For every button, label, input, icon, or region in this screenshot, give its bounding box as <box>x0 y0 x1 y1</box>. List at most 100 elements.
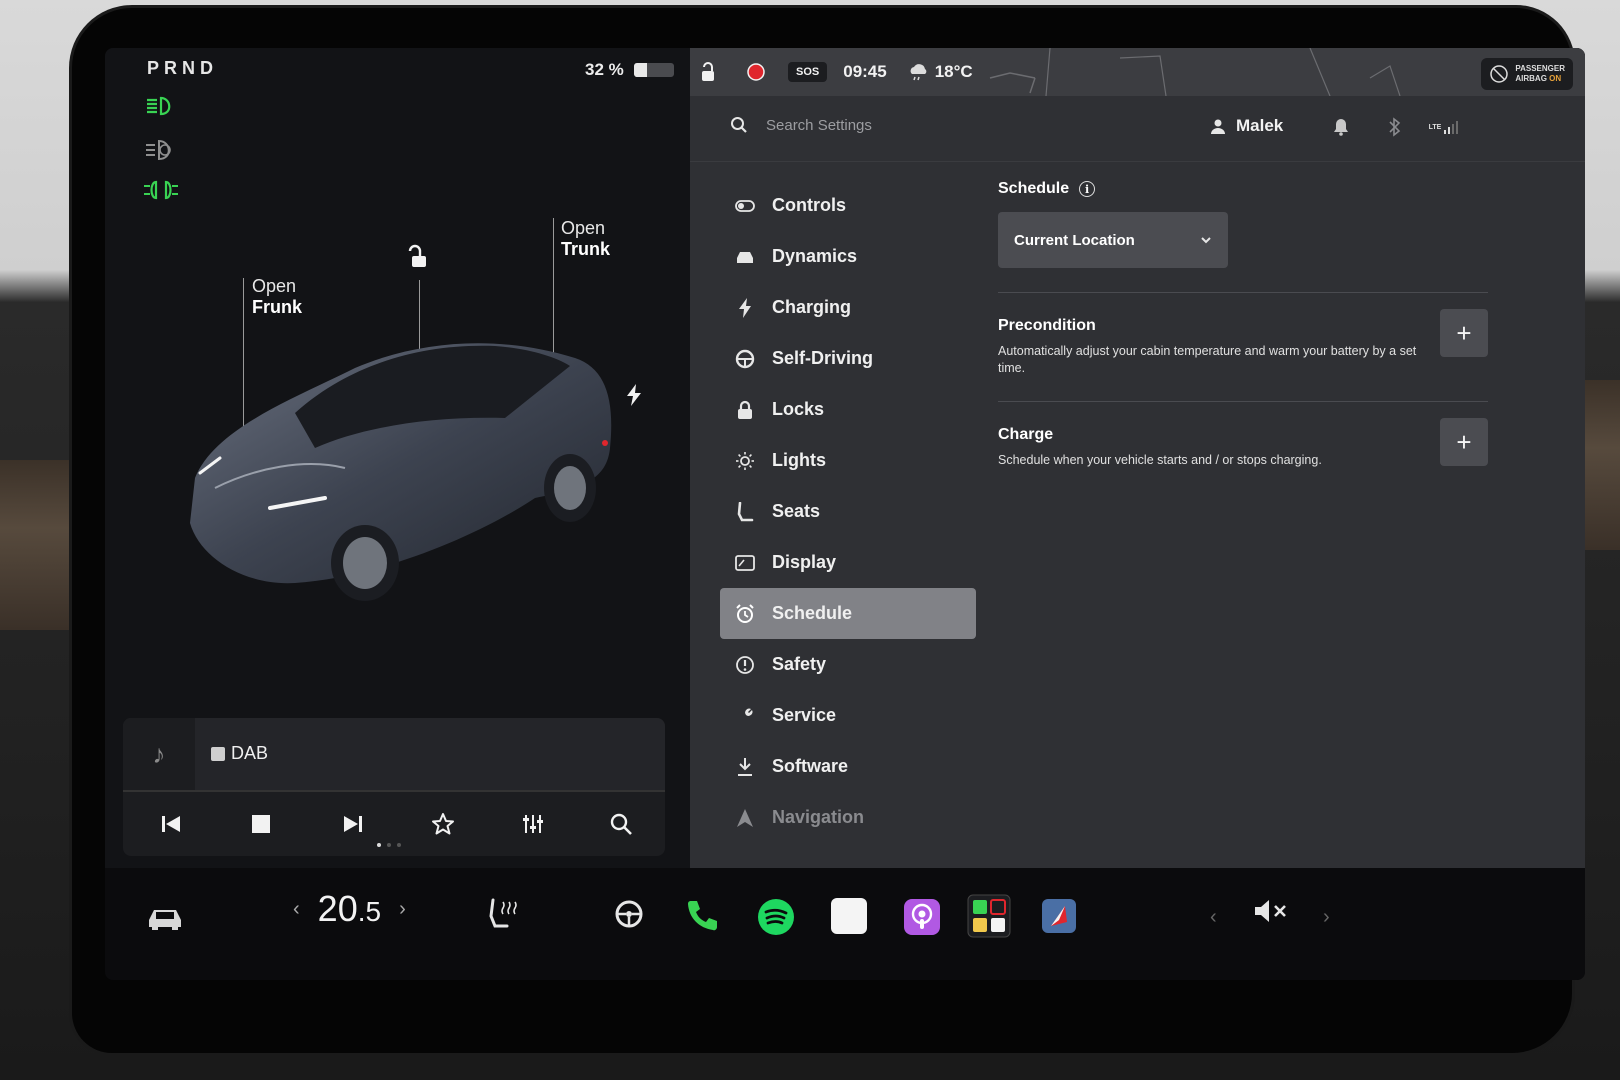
menu-item-software[interactable]: Software <box>720 741 976 792</box>
temp-down-chevron-icon[interactable]: ‹ <box>293 898 300 921</box>
search-settings-input[interactable]: Search Settings <box>730 116 872 134</box>
music-note-icon: ♪ <box>123 718 195 790</box>
info-icon[interactable]: i <box>1079 181 1096 197</box>
media-now-playing[interactable]: ♪ DAB <box>123 718 665 790</box>
weather-cloud-icon <box>910 64 927 81</box>
alarm-clock-icon <box>734 603 756 625</box>
lock-icon <box>734 399 756 421</box>
wrench-icon <box>734 705 756 727</box>
schedule-heading: Schedule i <box>998 180 1488 198</box>
sos-button[interactable]: SOS <box>788 62 828 82</box>
menu-item-charging[interactable]: Charging <box>720 282 976 333</box>
schedule-title: Schedule <box>998 180 1070 197</box>
open-trunk-button[interactable]: Open Trunk <box>561 218 610 260</box>
menu-item-label: Dynamics <box>772 246 858 266</box>
menu-item-controls[interactable]: Controls <box>720 180 976 231</box>
media-search-button[interactable] <box>601 804 641 844</box>
bluetooth-button[interactable] <box>1384 116 1406 138</box>
toggle-icon <box>734 195 756 217</box>
favorite-button[interactable] <box>423 804 463 844</box>
add-precondition-button[interactable]: + <box>1440 309 1488 357</box>
menu-item-locks[interactable]: Locks <box>720 384 976 435</box>
bluetooth-icon <box>1389 117 1401 137</box>
settings-menu: Controls Dynamics Charging Self-Driving Lock… <box>720 180 976 843</box>
app-launcher-button[interactable] <box>967 894 1011 938</box>
outside-temperature: 18°C <box>934 62 973 81</box>
mute-button[interactable] <box>1253 898 1289 924</box>
divider <box>998 401 1488 402</box>
calendar-app-button[interactable] <box>831 898 867 934</box>
temp-up-chevron-icon[interactable]: › <box>399 898 406 921</box>
dashcam-record-icon[interactable] <box>746 62 766 82</box>
spotify-icon <box>758 899 794 935</box>
media-source-label: DAB <box>231 743 269 763</box>
airbag-state: ON <box>1549 74 1562 83</box>
location-value: Current Location <box>1014 231 1135 249</box>
driver-profile-button[interactable]: Malek <box>1210 116 1283 136</box>
location-dropdown[interactable]: Current Location <box>998 212 1228 268</box>
menu-item-service[interactable]: Service <box>720 690 976 741</box>
precondition-title: Precondition <box>998 317 1096 334</box>
charge-title: Charge <box>998 426 1054 443</box>
menu-item-label: Controls <box>772 195 846 215</box>
steering-heater-button[interactable] <box>613 896 645 928</box>
bell-icon <box>1334 119 1348 136</box>
previous-track-button[interactable] <box>151 804 191 844</box>
car-icon <box>149 910 181 930</box>
cabin-temperature: 20.5 <box>318 888 381 930</box>
menu-item-label: Lights <box>772 450 826 470</box>
menu-item-lights[interactable]: Lights <box>720 435 976 486</box>
battery-fill <box>633 63 647 77</box>
frunk-label-top: Open <box>252 276 297 296</box>
driver-name: Malek <box>1236 116 1284 135</box>
search-placeholder: Search Settings <box>766 116 872 134</box>
cellular-status: LTE <box>1426 116 1462 138</box>
charge-description: Schedule when your vehicle starts and / … <box>998 453 1322 467</box>
menu-item-label: Self-Driving <box>772 348 874 368</box>
battery-bar <box>633 63 674 77</box>
menu-item-label: Seats <box>772 501 821 521</box>
navigation-app-button[interactable] <box>1041 898 1077 934</box>
menu-item-seats[interactable]: Seats <box>720 486 976 537</box>
divider <box>998 292 1488 293</box>
headlights-on-icon <box>147 96 171 116</box>
spotify-app-button[interactable] <box>757 898 795 936</box>
climate-control[interactable]: ‹ 20.5 › <box>293 888 406 930</box>
volume-down-chevron-icon[interactable]: ‹ <box>1210 906 1217 929</box>
unlock-status-icon[interactable] <box>698 61 720 83</box>
calendar-icon <box>831 898 867 934</box>
seat-heater-button[interactable] <box>485 896 519 930</box>
car-menu-button[interactable] <box>145 904 185 932</box>
signal-bars-icon <box>1444 121 1459 134</box>
phone-app-button[interactable] <box>685 898 719 932</box>
settings-topbar: Search Settings Malek LTE <box>690 96 1585 162</box>
notifications-button[interactable] <box>1330 116 1352 138</box>
airbag-icon <box>1490 65 1509 83</box>
phone-icon <box>688 901 717 931</box>
podcasts-app-button[interactable] <box>903 898 941 936</box>
search-icon <box>610 813 632 835</box>
trunk-label-bottom: Trunk <box>561 239 611 259</box>
menu-item-schedule[interactable]: Schedule <box>720 588 976 639</box>
stop-button[interactable] <box>241 804 281 844</box>
menu-item-display[interactable]: Display <box>720 537 976 588</box>
skip-back-icon <box>162 816 180 832</box>
unlock-icon[interactable] <box>405 244 431 270</box>
next-track-button[interactable] <box>333 804 373 844</box>
menu-item-dynamics[interactable]: Dynamics <box>720 231 976 282</box>
menu-item-navigation[interactable]: Navigation <box>720 792 976 843</box>
stop-icon <box>252 815 270 833</box>
menu-item-label: Service <box>772 705 837 725</box>
menu-item-safety[interactable]: Safety <box>720 639 976 690</box>
equalizer-button[interactable] <box>513 804 553 844</box>
volume-up-chevron-icon[interactable]: › <box>1323 906 1330 929</box>
add-charge-schedule-button[interactable]: + <box>1440 418 1488 466</box>
menu-item-self-driving[interactable]: Self-Driving <box>720 333 976 384</box>
star-icon <box>432 813 454 835</box>
menu-item-label: Schedule <box>772 603 853 623</box>
battery-percent: 32 % <box>585 60 624 79</box>
sliders-icon <box>523 815 543 833</box>
bottom-dock: ‹ 20.5 › ‹ › <box>105 868 1585 980</box>
car-icon <box>734 246 756 268</box>
sun-icon <box>734 450 756 472</box>
